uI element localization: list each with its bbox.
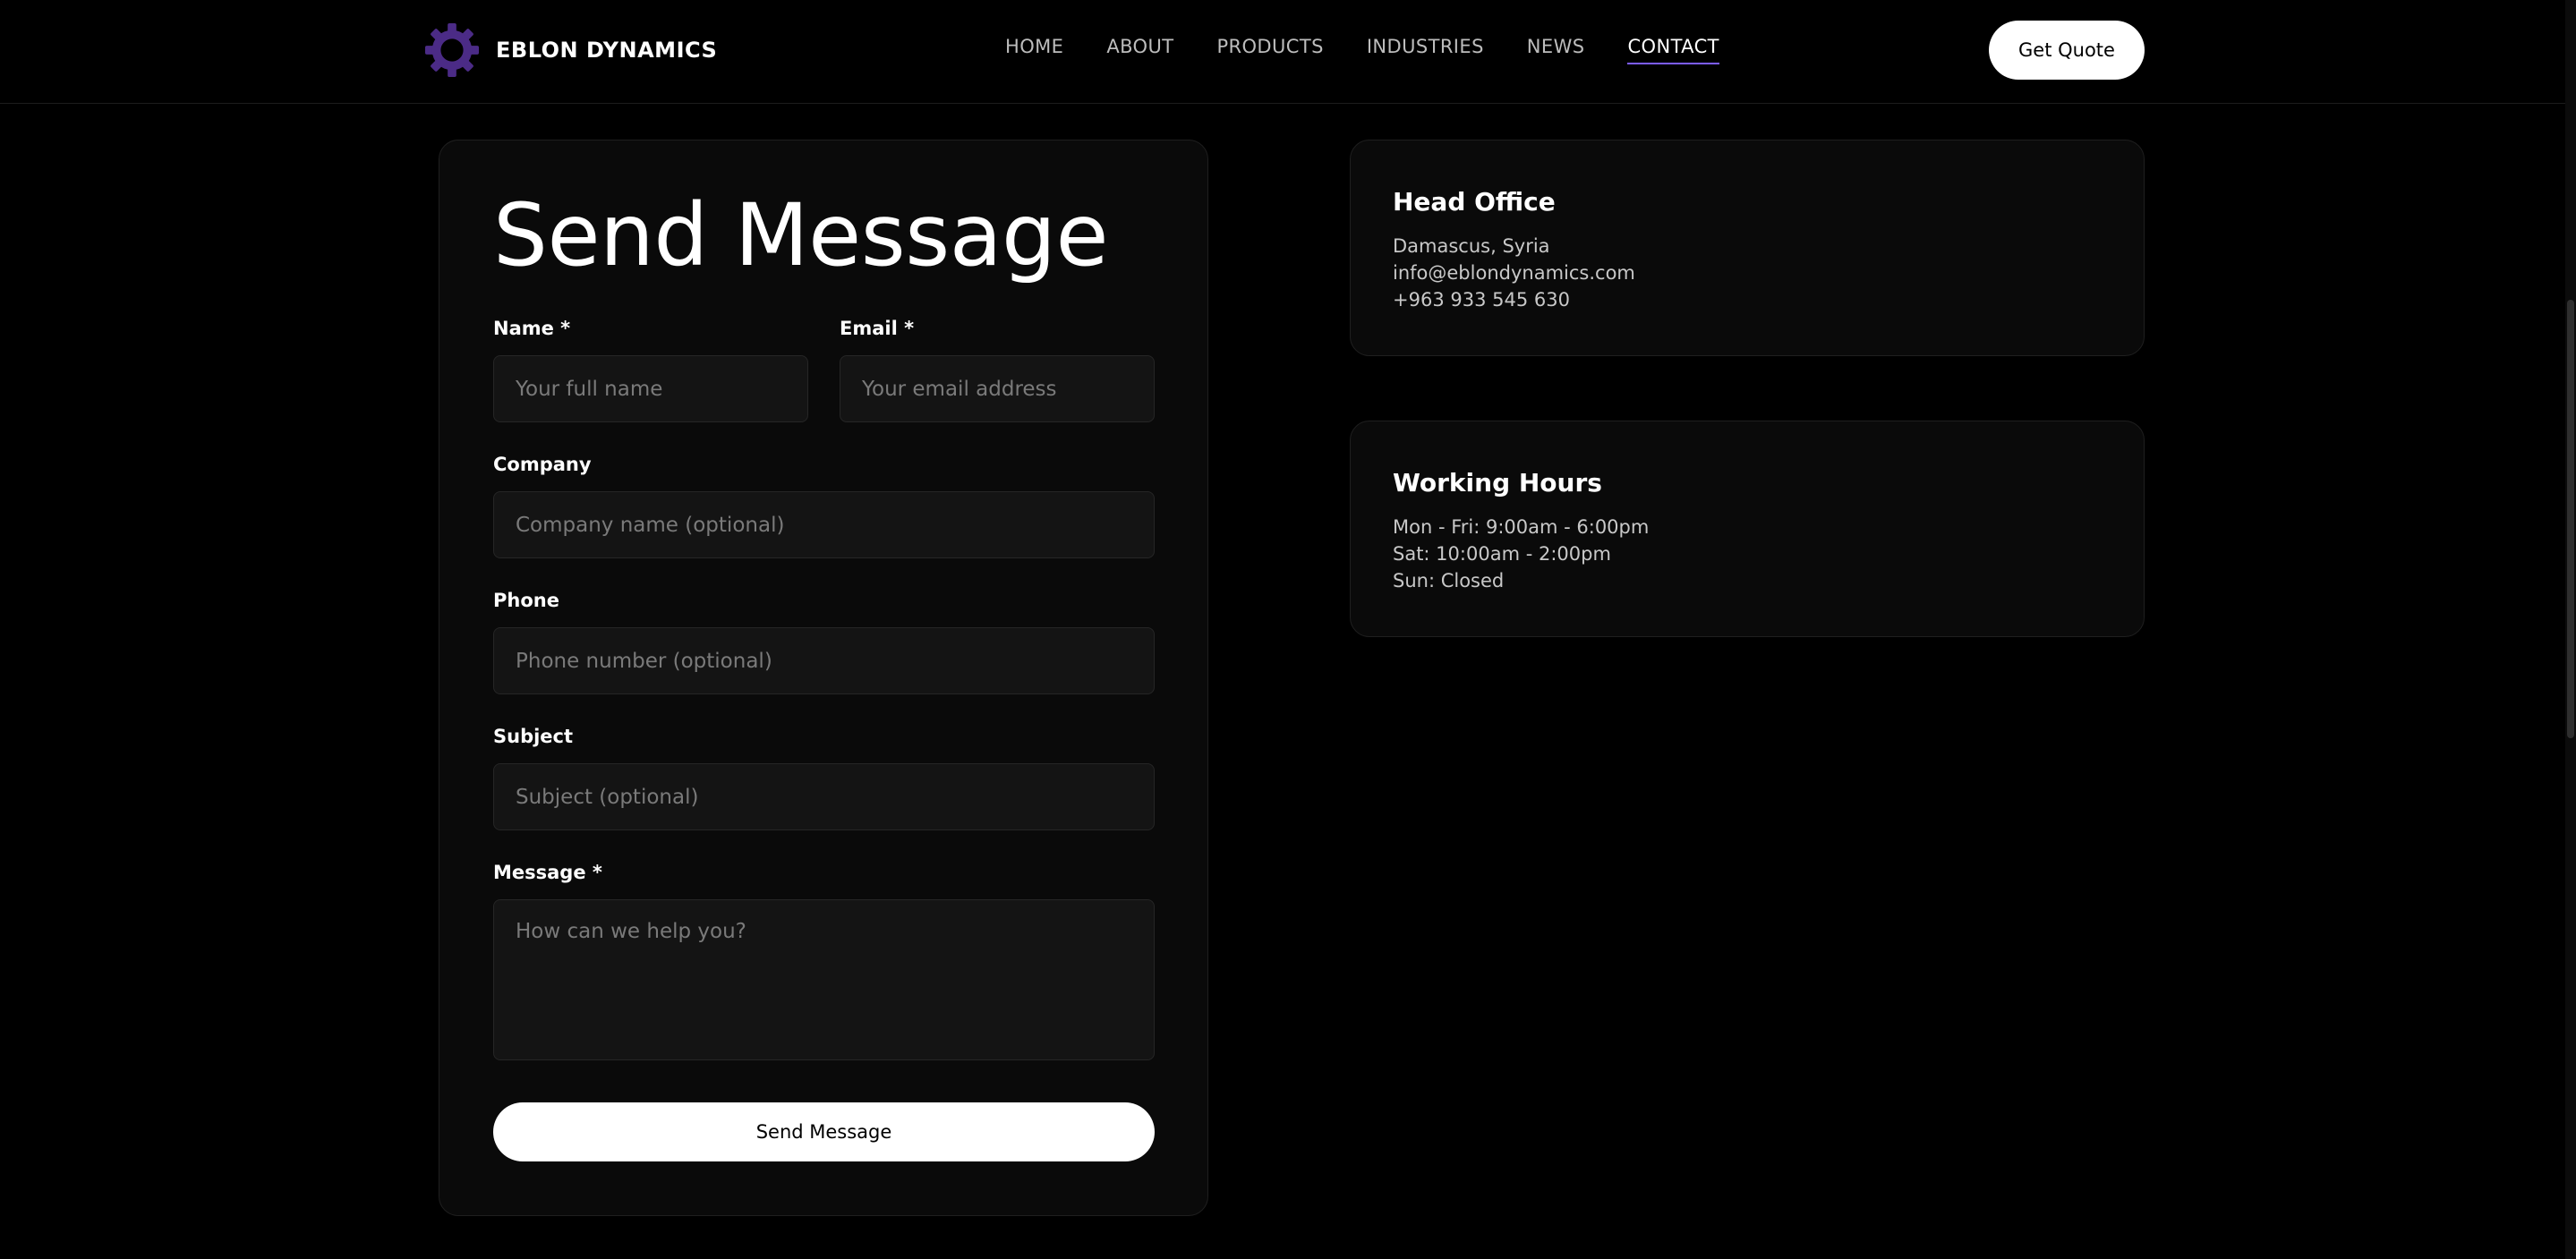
phone-label: Phone	[493, 590, 559, 611]
brand-name: EBLON DYNAMICS	[496, 38, 718, 63]
message-textarea[interactable]	[493, 899, 1155, 1060]
gear-icon	[424, 22, 480, 78]
hours-sunday: Sun: Closed	[1393, 570, 1505, 591]
nav-about[interactable]: ABOUT	[1106, 36, 1173, 64]
form-title: Send Message	[493, 185, 1109, 285]
nav-products[interactable]: PRODUCTS	[1216, 36, 1323, 64]
company-label: Company	[493, 454, 592, 475]
hours-weekdays: Mon - Fri: 9:00am - 6:00pm	[1393, 516, 1650, 538]
head-office-card: Head Office Damascus, Syria info@eblondy…	[1350, 140, 2145, 356]
main-nav: HOME ABOUT PRODUCTS INDUSTRIES NEWS CONT…	[1005, 36, 1720, 64]
subject-label: Subject	[493, 726, 574, 747]
site-header: EBLON DYNAMICS HOME ABOUT PRODUCTS INDUS…	[0, 0, 2576, 104]
nav-contact[interactable]: CONTACT	[1627, 36, 1720, 64]
name-input[interactable]	[493, 355, 808, 422]
nav-industries[interactable]: INDUSTRIES	[1367, 36, 1484, 64]
send-message-button[interactable]: Send Message	[493, 1102, 1155, 1161]
working-hours-card: Working Hours Mon - Fri: 9:00am - 6:00pm…	[1350, 421, 2145, 637]
subject-input[interactable]	[493, 763, 1155, 830]
message-label: Message *	[493, 862, 602, 883]
name-label: Name *	[493, 318, 571, 339]
hours-saturday: Sat: 10:00am - 2:00pm	[1393, 543, 1611, 565]
phone-input[interactable]	[493, 627, 1155, 694]
head-office-title: Head Office	[1393, 187, 1556, 217]
office-address: Damascus, Syria	[1393, 235, 1550, 257]
get-quote-button[interactable]: Get Quote	[1989, 21, 2145, 80]
nav-news[interactable]: NEWS	[1527, 36, 1585, 64]
email-input[interactable]	[840, 355, 1155, 422]
brand[interactable]: EBLON DYNAMICS	[424, 20, 717, 81]
office-email[interactable]: info@eblondynamics.com	[1393, 259, 2102, 286]
working-hours-title: Working Hours	[1393, 468, 1602, 498]
nav-home[interactable]: HOME	[1005, 36, 1063, 64]
scrollbar-thumb[interactable]	[2567, 300, 2574, 738]
office-phone[interactable]: +963 933 545 630	[1393, 286, 2102, 313]
company-input[interactable]	[493, 491, 1155, 558]
contact-form-card: Send Message Name * Email * Company Phon…	[439, 140, 1208, 1216]
email-label: Email *	[840, 318, 915, 339]
